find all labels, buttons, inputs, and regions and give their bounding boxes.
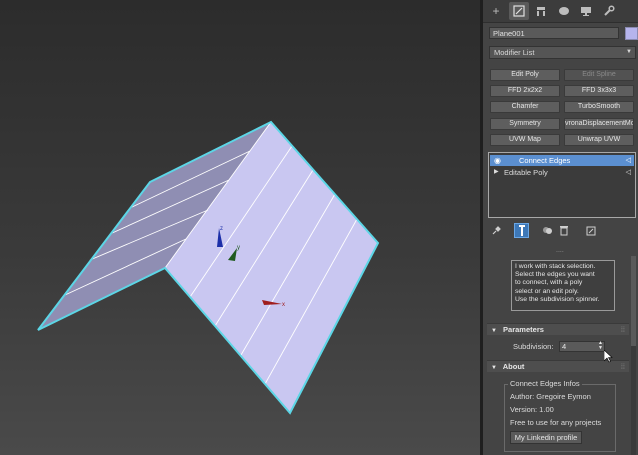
symmetry-button[interactable]: Symmetry [490,118,560,130]
chamfer-button[interactable]: Chamfer [490,101,560,113]
command-panel: + Plane001 Modifier List ▼ Edit Poly Edi… [483,0,638,455]
modifier-list-dropdown[interactable]: Modifier List ▼ [489,46,636,59]
stack-item-label: Connect Edges [519,156,571,165]
mouse-cursor-icon [603,349,613,365]
tooltip-line: select or an edit poly. [515,287,579,295]
tooltip-line: Use the subdivision spinner. [515,295,600,303]
edit-poly-button[interactable]: Edit Poly [490,69,560,81]
rollout-title: Parameters [503,325,544,334]
tooltip-line: to connect, with a poly [515,279,583,287]
command-panel-tabs: + [483,0,638,23]
collapse-triangle-icon: ▼ [491,365,497,371]
expand-triangle-icon[interactable]: ▶ [494,167,499,178]
create-icon[interactable]: + [486,2,506,20]
subdivision-spinner[interactable]: 4 ▲ ▼ [559,341,605,352]
spinner-arrows-icon[interactable]: ▲ ▼ [598,341,603,351]
display-icon[interactable] [576,2,596,20]
rollout-scrollbar[interactable] [631,256,636,455]
edit-spline-button[interactable]: Edit Spline [564,69,634,81]
light-bulb-icon[interactable]: ◁ [626,155,631,166]
license-text: Free to use for any projects [510,418,602,427]
perspective-viewport[interactable]: z y x [0,0,480,455]
turbosmooth-button[interactable]: TurboSmooth [564,101,634,113]
version-text: Version: 1.00 [510,405,554,414]
linkedin-profile-button[interactable]: My Linkedin profile [510,431,582,444]
rollout-options-icon[interactable]: ⁞⁞ [621,324,625,336]
panel-resize-handle[interactable]: .... [556,247,564,254]
collapse-triangle-icon: ▼ [491,328,497,334]
scrollbar-thumb[interactable] [631,256,636,346]
svg-text:z: z [220,226,223,232]
utilities-icon[interactable] [599,2,619,20]
modifier-stack[interactable]: ◉ Connect Edges ◁ ▶ Editable Poly ◁ [488,152,636,218]
groupbox-title: Connect Edges Infos [508,379,582,388]
ffd-2x2x2-button[interactable]: FFD 2x2x2 [490,85,560,97]
modifier-list-label: Modifier List [494,48,535,57]
vray-displacement-mod-button[interactable]: vronaDisplacementMo [564,118,634,130]
hierarchy-icon[interactable] [531,2,551,20]
stack-item-connect-edges[interactable]: ◉ Connect Edges ◁ [490,155,634,166]
configure-modifier-sets-icon[interactable] [583,223,598,238]
light-bulb-icon[interactable]: ◁ [626,167,631,178]
viewport-canvas: z y x [37,120,380,415]
modify-icon[interactable] [509,2,529,20]
stack-item-label: Editable Poly [504,168,548,177]
stack-toolbar [483,222,638,240]
parameters-rollout-header[interactable]: ▼ Parameters ⁞⁞ [487,323,629,335]
ffd-3x3x3-button[interactable]: FFD 3x3x3 [564,85,634,97]
show-end-result-icon[interactable] [514,223,529,238]
svg-text:x: x [282,302,285,308]
subdivision-value[interactable]: 4 [562,342,566,351]
subdivision-label: Subdivision: [513,342,554,351]
svg-text:y: y [237,245,240,251]
rollout-title: About [502,362,525,371]
uvw-map-button[interactable]: UVW Map [490,134,560,146]
pin-stack-icon[interactable] [488,223,503,238]
tooltip-line: I work with stack selection. [515,263,596,270]
motion-icon[interactable] [554,2,574,20]
rollout-options-icon[interactable]: ⁞⁞ [621,361,625,373]
make-unique-icon[interactable] [540,223,555,238]
stack-item-editable-poly[interactable]: ▶ Editable Poly ◁ [490,167,634,178]
object-color-swatch[interactable] [625,27,638,40]
remove-modifier-icon[interactable] [556,223,571,238]
help-tooltip: I work with stack selection. Select the … [511,260,615,311]
object-name-field[interactable]: Plane001 [489,27,619,39]
eye-icon[interactable]: ◉ [494,155,501,166]
author-text: Author: Gregoire Eymon [510,392,591,401]
tooltip-line: Select the edges you want [515,271,595,279]
chevron-down-icon: ▼ [626,49,632,55]
unwrap-uvw-button[interactable]: Unwrap UVW [564,134,634,146]
